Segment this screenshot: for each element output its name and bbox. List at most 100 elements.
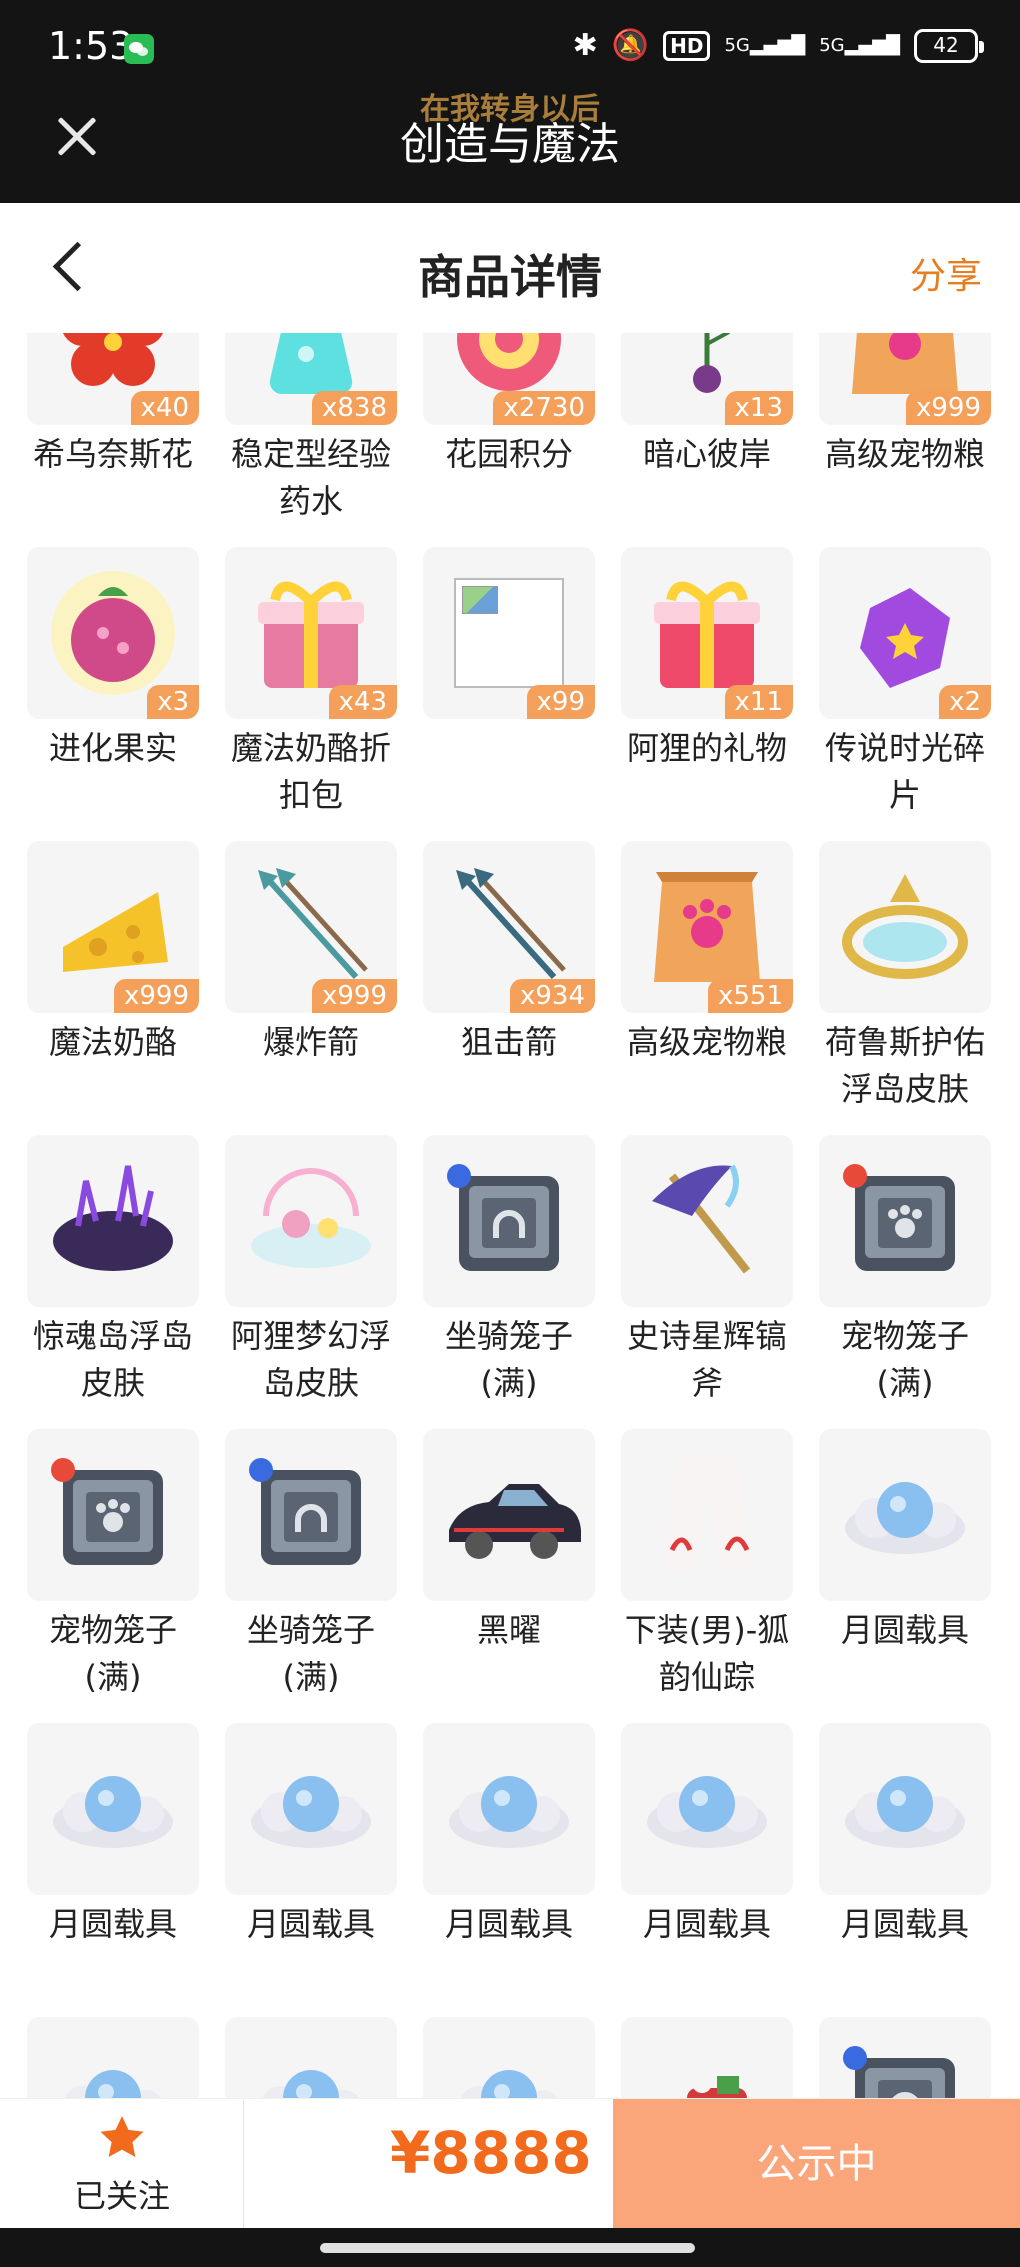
product-item[interactable]: x43 魔法奶酪折扣包 bbox=[225, 547, 397, 841]
product-name: 阿狸的礼物 bbox=[626, 729, 787, 767]
quantity-badge: x40 bbox=[130, 391, 199, 425]
product-thumbnail: x551 bbox=[621, 841, 793, 1013]
product-item[interactable]: x551 高级宠物粮 bbox=[621, 841, 793, 1135]
product-name: 月圆载具 bbox=[642, 1905, 771, 1943]
product-thumbnail bbox=[621, 1135, 793, 1307]
product-item[interactable]: 坐骑笼子(满) bbox=[225, 1429, 397, 1723]
dark-island-icon bbox=[53, 1165, 173, 1271]
home-indicator[interactable] bbox=[320, 2243, 695, 2253]
product-thumbnail bbox=[423, 1135, 595, 1307]
product-name: 希乌奈斯花 bbox=[32, 435, 193, 473]
product-item[interactable] bbox=[819, 2017, 991, 2098]
mute-icon: 🔕 bbox=[611, 28, 650, 63]
product-name: 月圆载具 bbox=[840, 1611, 969, 1649]
moon-cloud-icon bbox=[64, 2070, 161, 2098]
product-item[interactable]: x999 爆炸箭 bbox=[225, 841, 397, 1135]
follow-button[interactable]: 已关注 bbox=[0, 2099, 244, 2229]
product-item[interactable] bbox=[621, 2017, 793, 2098]
product-item[interactable]: 史诗星辉镐斧 bbox=[621, 1135, 793, 1429]
product-thumbnail bbox=[423, 1429, 595, 1601]
product-item[interactable]: 下装(男)-狐韵仙踪 bbox=[621, 1429, 793, 1723]
product-item[interactable]: 月圆载具 bbox=[423, 1723, 595, 2017]
quantity-badge: x551 bbox=[707, 979, 793, 1013]
product-item[interactable]: 月圆载具 bbox=[819, 1723, 991, 2017]
miniapp-title: 创造与魔法 bbox=[400, 119, 620, 170]
product-thumbnail bbox=[27, 2017, 199, 2098]
product-name: 月圆载具 bbox=[444, 1905, 573, 1943]
product-item[interactable]: x3 进化果实 bbox=[27, 547, 199, 841]
product-item[interactable]: x838 稳定型经验药水 bbox=[225, 333, 397, 547]
product-item[interactable]: 坐骑笼子(满) bbox=[423, 1135, 595, 1429]
product-item[interactable]: 黑曜 bbox=[423, 1429, 595, 1723]
pet-cage-icon bbox=[843, 1164, 955, 1271]
product-item[interactable]: x11 阿狸的礼物 bbox=[621, 547, 793, 841]
moon-cloud-icon bbox=[262, 2070, 359, 2098]
product-item[interactable]: x999 高级宠物粮 bbox=[819, 333, 991, 547]
product-item[interactable]: x99 bbox=[423, 547, 595, 841]
product-item[interactable]: 惊魂岛浮岛皮肤 bbox=[27, 1135, 199, 1429]
product-name: 坐骑笼子(满) bbox=[444, 1317, 573, 1402]
product-name: 月圆载具 bbox=[246, 1905, 375, 1943]
product-item[interactable]: x40 希乌奈斯花 bbox=[27, 333, 199, 547]
product-name: 爆炸箭 bbox=[262, 1023, 359, 1061]
product-item[interactable] bbox=[423, 2017, 595, 2098]
product-name: 月圆载具 bbox=[48, 1905, 177, 1943]
product-item[interactable]: x2730 花园积分 bbox=[423, 333, 595, 547]
product-thumbnail bbox=[621, 1429, 793, 1601]
follow-label: 已关注 bbox=[73, 2177, 170, 2215]
page-header: 商品详情 分享 bbox=[0, 203, 1020, 333]
product-item[interactable]: 宠物笼子(满) bbox=[819, 1135, 991, 1429]
product-item[interactable]: x2 传说时光碎片 bbox=[819, 547, 991, 841]
product-item[interactable]: x999 魔法奶酪 bbox=[27, 841, 199, 1135]
product-thumbnail bbox=[27, 1429, 199, 1601]
pants-icon bbox=[663, 1458, 751, 1573]
star-icon bbox=[100, 2116, 144, 2157]
product-item[interactable] bbox=[225, 2017, 397, 2098]
quantity-badge: x11 bbox=[724, 685, 793, 719]
product-name: 高级宠物粮 bbox=[626, 1023, 787, 1061]
signal-label: 5G bbox=[724, 35, 750, 56]
quantity-badge: x838 bbox=[311, 391, 397, 425]
product-thumbnail bbox=[819, 1723, 991, 1895]
publicity-status-button[interactable]: 公示中 bbox=[613, 2099, 1020, 2229]
product-item[interactable]: 宠物笼子(满) bbox=[27, 1429, 199, 1723]
product-name: 魔法奶酪 bbox=[48, 1023, 177, 1061]
product-name: 宠物笼子(满) bbox=[48, 1611, 177, 1696]
price: ¥8888 bbox=[390, 2119, 592, 2187]
product-thumbnail: x2 bbox=[819, 547, 991, 719]
item-grid-viewport[interactable]: x40 希乌奈斯花 x838 稳定型经验药水 x2730 花园积分 x13 暗心彼岸 x999 高… bbox=[0, 333, 1020, 2098]
page-title: 商品详情 bbox=[418, 250, 602, 304]
product-thumbnail: x40 bbox=[27, 333, 199, 425]
broken-image-icon bbox=[454, 578, 564, 688]
product-thumbnail bbox=[819, 841, 991, 1013]
product-item[interactable]: x934 狙击箭 bbox=[423, 841, 595, 1135]
product-thumbnail bbox=[819, 2017, 991, 2098]
product-item[interactable]: 月圆载具 bbox=[621, 1723, 793, 2017]
quantity-badge: x999 bbox=[311, 979, 397, 1013]
product-name: 进化果实 bbox=[48, 729, 177, 767]
share-button[interactable]: 分享 bbox=[910, 247, 982, 299]
bluetooth-icon: ✱ bbox=[572, 28, 598, 63]
product-item[interactable]: 阿狸梦幻浮岛皮肤 bbox=[225, 1135, 397, 1429]
product-name: 高级宠物粮 bbox=[824, 435, 985, 473]
signal-icon: 5G▂▄▆█ bbox=[724, 35, 806, 56]
product-item[interactable]: x13 暗心彼岸 bbox=[621, 333, 793, 547]
product-thumbnail bbox=[621, 1723, 793, 1895]
product-name: 狙击箭 bbox=[460, 1023, 557, 1061]
pet-cage-icon bbox=[51, 1458, 163, 1565]
moon-cloud-icon bbox=[53, 1776, 173, 1848]
product-name: 史诗星辉镐斧 bbox=[626, 1317, 787, 1402]
mount-cage-icon bbox=[843, 2046, 955, 2098]
product-item[interactable] bbox=[27, 2017, 199, 2098]
sleigh-icon bbox=[687, 2073, 747, 2098]
product-name: 下装(男)-狐韵仙踪 bbox=[624, 1611, 790, 1696]
product-name: 暗心彼岸 bbox=[642, 435, 771, 473]
app-header-bar: 1:53 ✱ 🔕 HD 5G▂▄▆█ 5G▂▄▆█ 42 在我转身以后 创造与魔… bbox=[0, 0, 1020, 203]
product-item[interactable]: 月圆载具 bbox=[225, 1723, 397, 2017]
product-thumbnail: x99 bbox=[423, 547, 595, 719]
product-item[interactable]: 荷鲁斯护佑浮岛皮肤 bbox=[819, 841, 991, 1135]
product-item[interactable]: 月圆载具 bbox=[819, 1429, 991, 1723]
product-thumbnail: x11 bbox=[621, 547, 793, 719]
product-item[interactable]: 月圆载具 bbox=[27, 1723, 199, 2017]
quantity-badge: x999 bbox=[905, 391, 991, 425]
